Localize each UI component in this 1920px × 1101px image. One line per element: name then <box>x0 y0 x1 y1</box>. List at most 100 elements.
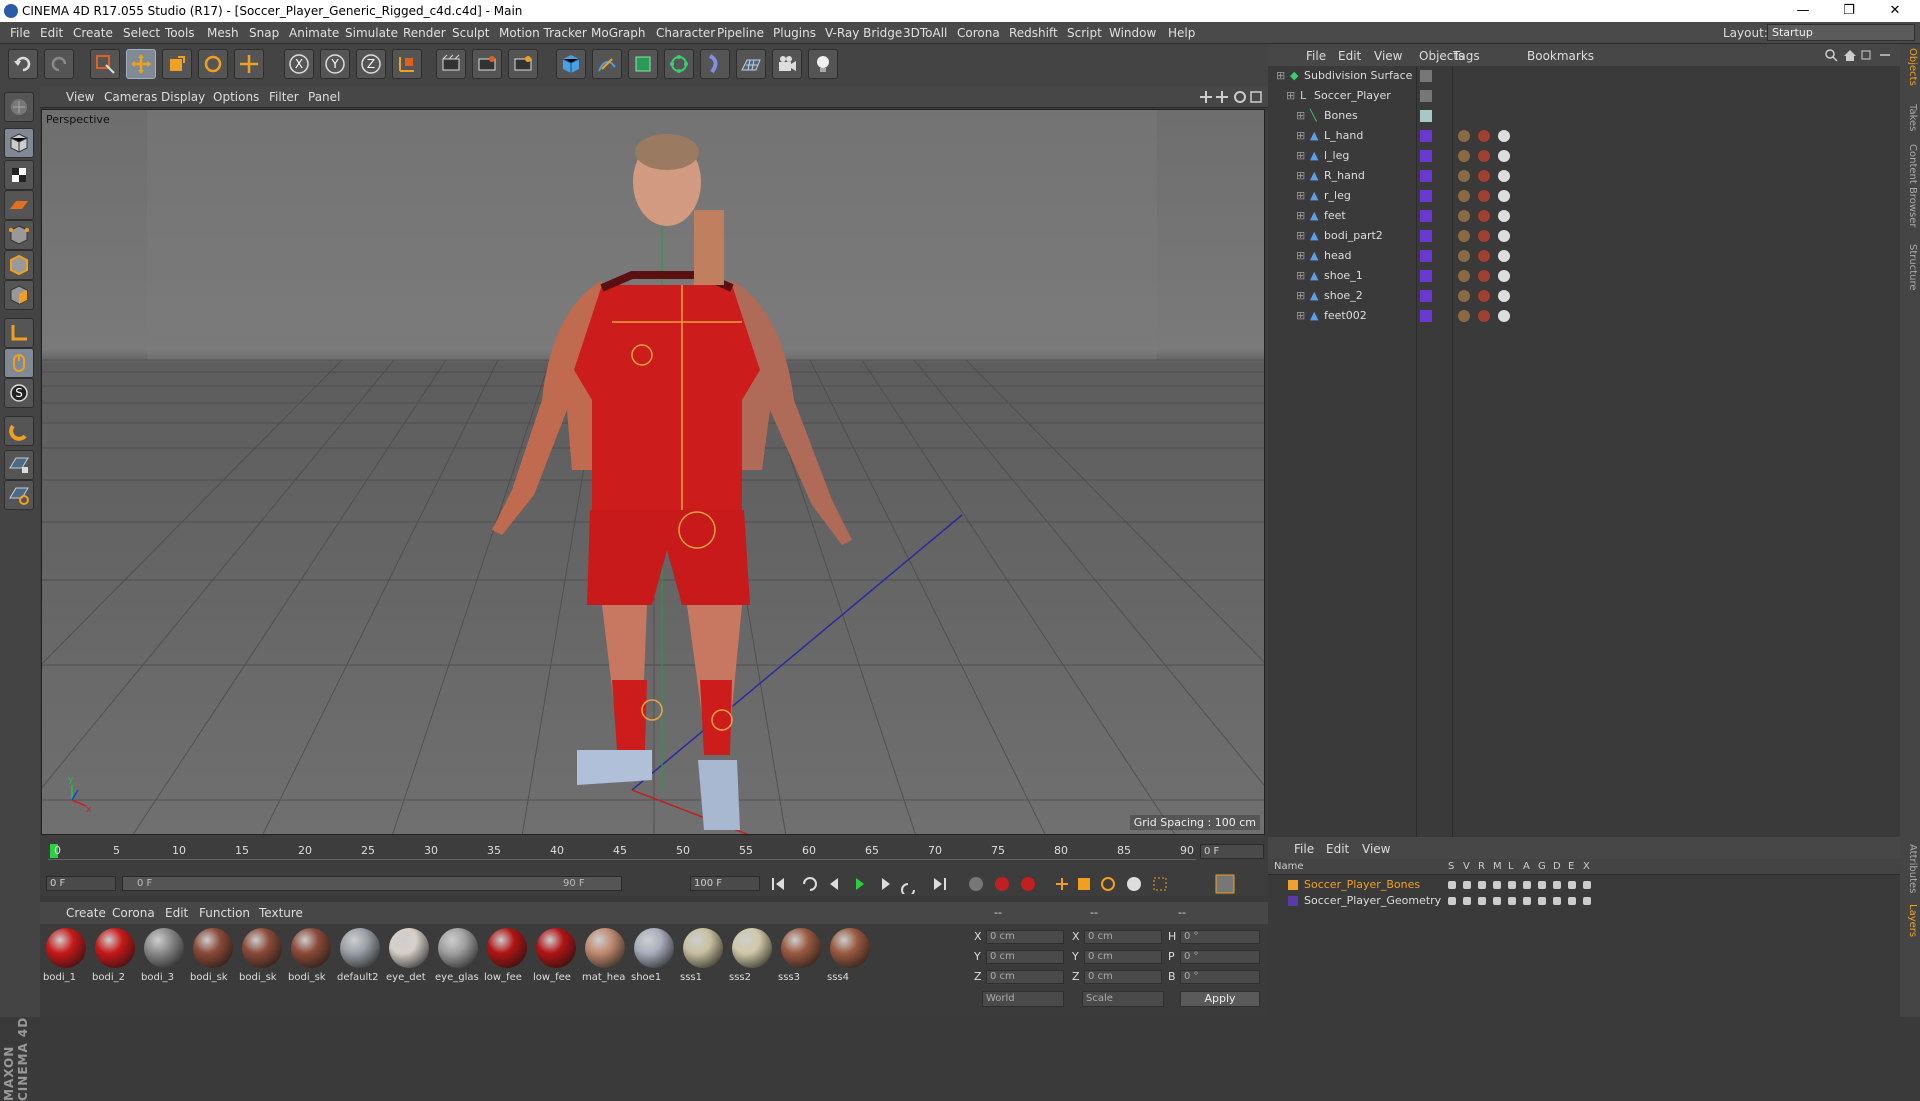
lm-menu-edit[interactable]: Edit <box>1326 842 1349 856</box>
layer-name[interactable]: Soccer_Player_Bones <box>1304 878 1420 891</box>
viewport-menu-panel[interactable]: Panel <box>308 90 340 104</box>
layer-color-swatch[interactable] <box>1420 310 1432 322</box>
grid-magnet-icon[interactable] <box>4 480 34 510</box>
om-menu-file[interactable]: File <box>1306 49 1326 63</box>
object-name[interactable]: shoe_1 <box>1324 269 1363 282</box>
menu-mesh[interactable]: Mesh <box>207 26 239 40</box>
object-row[interactable]: ⊞ ▲ R_hand <box>1268 166 1900 186</box>
layer-toggle-icon[interactable] <box>1583 881 1591 889</box>
coordinate-system-icon[interactable] <box>392 49 422 79</box>
viewport-menu-filter[interactable]: Filter <box>269 90 299 104</box>
tab-objects[interactable]: Objects <box>1902 48 1918 86</box>
material-swatch[interactable]: bodi_sk <box>288 926 334 986</box>
tag-icon[interactable] <box>1478 250 1490 262</box>
tweak-mode-icon[interactable] <box>4 348 34 378</box>
object-name[interactable]: Soccer_Player <box>1314 89 1391 102</box>
layer-row[interactable]: Soccer_Player_Geometry <box>1268 893 1900 909</box>
om-menu-view[interactable]: View <box>1374 49 1402 63</box>
layer-color-swatch[interactable] <box>1420 270 1432 282</box>
menu-redshift[interactable]: Redshift <box>1009 26 1058 40</box>
object-name[interactable]: feet <box>1324 209 1346 222</box>
live-selection-icon[interactable] <box>90 49 120 79</box>
tag-icon[interactable] <box>1478 150 1490 162</box>
playback-controls[interactable] <box>768 874 1268 894</box>
layer-name[interactable]: Soccer_Player_Geometry <box>1304 894 1441 907</box>
tag-icon[interactable] <box>1458 290 1470 302</box>
layer-color-swatch[interactable] <box>1420 90 1432 102</box>
x-axis-lock-icon[interactable]: X <box>284 49 314 79</box>
polygons-mode-icon[interactable] <box>4 280 34 310</box>
layer-toggle-icon[interactable] <box>1583 897 1591 905</box>
model-mode-icon[interactable] <box>4 128 34 158</box>
object-row[interactable]: ⊞ ▲ l_leg <box>1268 146 1900 166</box>
coord-field[interactable]: 0 ° <box>1180 930 1260 944</box>
material-menu-corona[interactable]: Corona <box>112 906 155 920</box>
coord-mode-select[interactable]: World <box>982 991 1064 1007</box>
render-picture-viewer-icon[interactable] <box>472 49 502 79</box>
tag-icon[interactable] <box>1498 130 1510 142</box>
expand-icon[interactable]: ⊞ <box>1296 309 1305 322</box>
render-view-icon[interactable] <box>436 49 466 79</box>
expand-icon[interactable]: ⊞ <box>1296 269 1305 282</box>
tag-icon[interactable] <box>1478 130 1490 142</box>
object-name[interactable]: l_leg <box>1324 149 1349 162</box>
expand-icon[interactable]: ⊞ <box>1296 129 1305 142</box>
tag-icon[interactable] <box>1458 210 1470 222</box>
lm-menu-file[interactable]: File <box>1294 842 1314 856</box>
layer-toggle-icon[interactable] <box>1448 881 1456 889</box>
minimize-button[interactable]: — <box>1780 0 1826 22</box>
texture-mode-icon[interactable] <box>4 160 34 190</box>
coord-field[interactable]: 0 ° <box>1180 950 1260 964</box>
viewport-menu-options[interactable]: Options <box>213 90 259 104</box>
object-name[interactable]: Subdivision Surface <box>1304 69 1412 82</box>
expand-icon[interactable]: ⊞ <box>1296 229 1305 242</box>
object-row[interactable]: ⊞ ▲ bodi_part2 <box>1268 226 1900 246</box>
tab-layers[interactable]: Layers <box>1902 904 1918 937</box>
coord-field[interactable]: 0 cm <box>986 970 1064 984</box>
coord-field[interactable]: 0 cm <box>986 950 1064 964</box>
layer-toggle-icon[interactable] <box>1463 897 1471 905</box>
object-name[interactable]: r_leg <box>1324 189 1351 202</box>
z-axis-lock-icon[interactable]: Z <box>356 49 386 79</box>
material-swatch[interactable]: sss2 <box>729 926 775 986</box>
tab-takes[interactable]: Takes <box>1902 104 1918 131</box>
points-mode-icon[interactable] <box>4 220 34 250</box>
current-frame-field[interactable]: 0 F <box>1200 844 1264 859</box>
object-row[interactable]: ⊞ ▲ r_leg <box>1268 186 1900 206</box>
tag-icon[interactable] <box>1478 210 1490 222</box>
menu-vray-bridge[interactable]: V-Ray Bridge <box>825 26 902 40</box>
undo-icon[interactable] <box>8 49 38 79</box>
tag-icon[interactable] <box>1458 270 1470 282</box>
object-row[interactable]: ⊞ ◆ Subdivision Surface <box>1268 66 1900 86</box>
menu-file[interactable]: File <box>10 26 30 40</box>
scale-tool-icon[interactable] <box>162 49 192 79</box>
layer-color-swatch[interactable] <box>1420 290 1432 302</box>
transform-tool-icon[interactable] <box>234 49 264 79</box>
camera-icon[interactable] <box>772 49 802 79</box>
material-swatch[interactable]: shoe1 <box>631 926 677 986</box>
layer-color-swatch[interactable] <box>1288 880 1298 890</box>
tag-icon[interactable] <box>1498 250 1510 262</box>
om-menu-bookmarks[interactable]: Bookmarks <box>1527 49 1594 63</box>
layer-toggle-icon[interactable] <box>1508 897 1516 905</box>
menu-motion-tracker[interactable]: Motion Tracker <box>499 26 587 40</box>
viewport-menu-view[interactable]: View <box>66 90 94 104</box>
range-slider[interactable]: 0 F 90 F <box>122 876 622 891</box>
apply-button[interactable]: Apply <box>1180 991 1260 1007</box>
layer-toggle-icon[interactable] <box>1538 881 1546 889</box>
tag-icon[interactable] <box>1458 130 1470 142</box>
coord-size-mode-select[interactable]: Scale <box>1082 991 1164 1007</box>
workplane-icon[interactable] <box>4 190 34 220</box>
object-row[interactable]: ⊞ ▲ shoe_1 <box>1268 266 1900 286</box>
deformer-icon[interactable] <box>700 49 730 79</box>
layer-color-swatch[interactable] <box>1288 896 1298 906</box>
menu-render[interactable]: Render <box>403 26 446 40</box>
menu-snap[interactable]: Snap <box>249 26 279 40</box>
material-swatch[interactable]: bodi_3 <box>141 926 187 986</box>
coord-field[interactable]: 0 ° <box>1180 970 1260 984</box>
expand-icon[interactable]: ⊞ <box>1296 149 1305 162</box>
menu-create[interactable]: Create <box>73 26 113 40</box>
material-swatch[interactable]: low_fee <box>533 926 579 986</box>
make-editable-icon[interactable] <box>4 92 34 122</box>
material-swatch[interactable]: mat_hea <box>582 926 628 986</box>
